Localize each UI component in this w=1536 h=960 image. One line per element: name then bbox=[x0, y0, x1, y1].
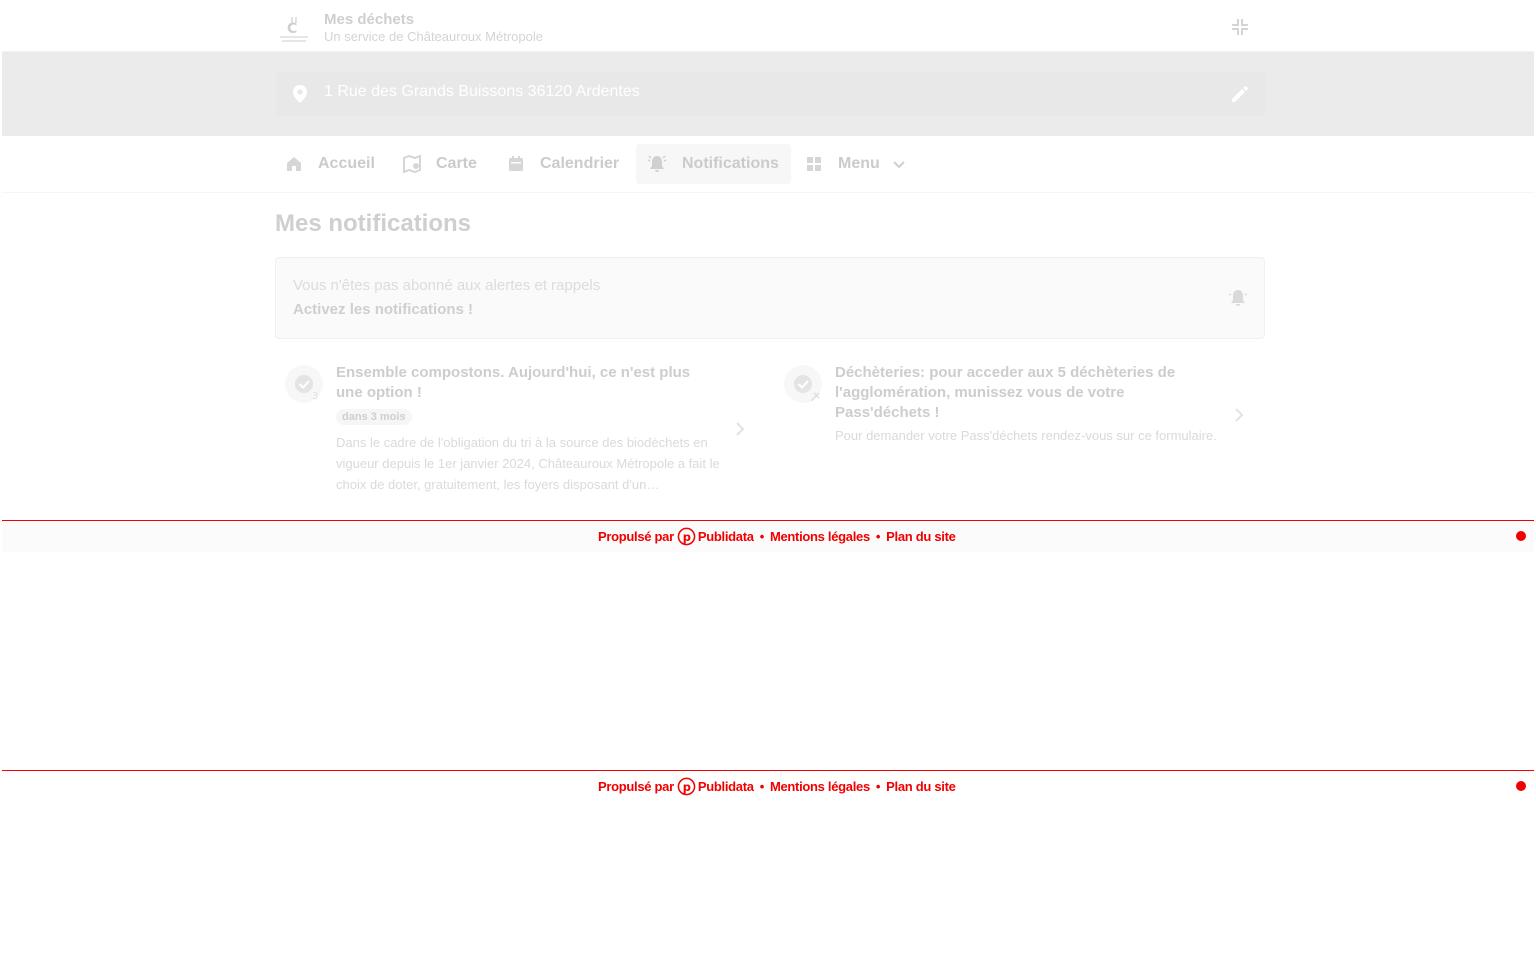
footer-separator: • bbox=[759, 529, 765, 544]
notification-body: Dans le cadre de l'obligation du tri à l… bbox=[336, 435, 720, 492]
calendar-icon bbox=[509, 156, 523, 171]
publidata-logo-icon: p bbox=[677, 527, 696, 546]
app-header: C Mes déchets Un service de Châteauroux … bbox=[2, 1, 1534, 52]
footer-links: Propulsé par p Publidata • Mentions léga… bbox=[598, 777, 956, 796]
notification-status bbox=[784, 365, 822, 403]
collapse-icon bbox=[1232, 19, 1248, 35]
footer-separator: • bbox=[875, 529, 881, 544]
chevron-down-icon bbox=[893, 161, 905, 169]
nav-label: Menu bbox=[838, 155, 880, 172]
nav-item-calendrier[interactable]: Calendrier bbox=[506, 144, 619, 184]
check-circle-icon: 3 bbox=[295, 375, 318, 402]
app-title: Mes déchets bbox=[324, 11, 415, 28]
status-dot-icon bbox=[1516, 531, 1526, 541]
alert-message: Vous n'êtes pas abonné aux alertes et ra… bbox=[293, 277, 601, 294]
app-subtitle: Un service de Châteauroux Métropole bbox=[324, 29, 543, 44]
bell-alert-icon bbox=[1228, 290, 1248, 306]
chateauroux-logo-icon: C bbox=[280, 17, 308, 42]
map-icon bbox=[403, 154, 421, 174]
notification-body: Pour demander votre Pass'déchets rendez-… bbox=[835, 428, 1217, 443]
chevron-right-icon bbox=[1235, 408, 1244, 422]
address-text: 1 Rue des Grands Buissons 36120 Ardentes bbox=[324, 83, 640, 100]
address-selector[interactable]: 1 Rue des Grands Buissons 36120 Ardentes bbox=[276, 72, 1266, 116]
check-circle-icon bbox=[794, 375, 820, 402]
svg-text:C: C bbox=[287, 21, 297, 37]
powered-by-label: Propulsé par bbox=[598, 779, 674, 794]
home-icon bbox=[287, 157, 301, 171]
notification-title: Ensemble compostons. Aujourd'hui, ce n'e… bbox=[336, 364, 691, 401]
notification-card[interactable]: 3 Ensemble compostons. Aujourd'hui, ce n… bbox=[275, 357, 765, 497]
site-footer: Propulsé par p Publidata • Mentions léga… bbox=[2, 520, 1534, 552]
publidata-logo-icon: p bbox=[677, 777, 696, 796]
address-band: 1 Rue des Grands Buissons 36120 Ardentes bbox=[2, 52, 1534, 136]
nav-item-carte[interactable]: Carte bbox=[402, 144, 477, 184]
grid-icon bbox=[807, 157, 821, 171]
footer-separator: • bbox=[759, 779, 765, 794]
publidata-link[interactable]: Publidata bbox=[698, 779, 754, 794]
sitemap-link[interactable]: Plan du site bbox=[886, 779, 956, 794]
nav-label: Calendrier bbox=[540, 155, 620, 172]
footer-links: Propulsé par p Publidata • Mentions léga… bbox=[598, 527, 956, 546]
publidata-link[interactable]: Publidata bbox=[698, 529, 754, 544]
bell-icon bbox=[647, 155, 667, 172]
nav-item-menu[interactable]: Menu bbox=[804, 144, 906, 184]
svg-text:p: p bbox=[683, 780, 691, 794]
collapse-button[interactable] bbox=[1228, 15, 1252, 39]
notification-card[interactable]: Déchèteries: pour acceder aux 5 déchèter… bbox=[774, 357, 1264, 497]
powered-by-label: Propulsé par bbox=[598, 529, 674, 544]
notification-date-badge: dans 3 mois bbox=[336, 409, 412, 425]
nav-label: Notifications bbox=[682, 155, 779, 172]
notification-title: Déchèteries: pour acceder aux 5 déchèter… bbox=[835, 364, 1176, 421]
svg-text:3: 3 bbox=[312, 391, 318, 402]
notification-status: 3 bbox=[285, 365, 323, 403]
nav-label: Carte bbox=[436, 155, 477, 172]
location-pin-icon bbox=[293, 85, 307, 103]
footer-separator: • bbox=[875, 779, 881, 794]
nav-item-notifications[interactable]: Notifications bbox=[636, 144, 791, 184]
nav-label: Accueil bbox=[318, 155, 375, 172]
nav-item-accueil[interactable]: Accueil bbox=[284, 144, 375, 184]
edit-address-icon[interactable] bbox=[1228, 82, 1252, 106]
app-frame: C Mes déchets Un service de Châteauroux … bbox=[0, 0, 1536, 960]
svg-text:p: p bbox=[683, 530, 691, 544]
enable-notifications-link[interactable]: Activez les notifications ! bbox=[293, 301, 473, 318]
legal-notice-link[interactable]: Mentions légales bbox=[770, 529, 870, 544]
page-title: Mes notifications bbox=[275, 210, 472, 237]
sitemap-link[interactable]: Plan du site bbox=[886, 529, 956, 544]
site-footer: Propulsé par p Publidata • Mentions léga… bbox=[2, 770, 1534, 802]
main-nav: Accueil Carte Calendrier Notifications M… bbox=[2, 136, 1534, 193]
notifications-alert[interactable]: Vous n'êtes pas abonné aux alertes et ra… bbox=[275, 257, 1265, 339]
status-dot-icon bbox=[1516, 781, 1526, 791]
legal-notice-link[interactable]: Mentions légales bbox=[770, 779, 870, 794]
chevron-right-icon bbox=[736, 422, 745, 436]
